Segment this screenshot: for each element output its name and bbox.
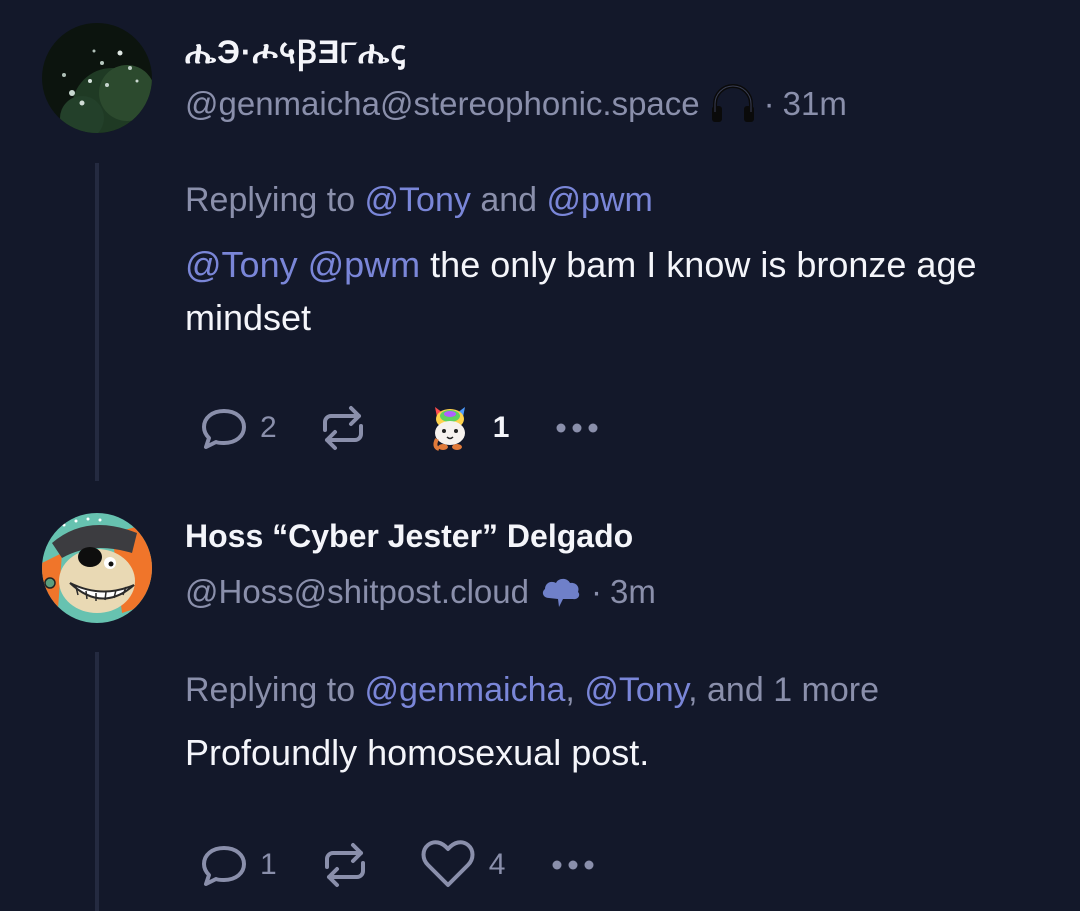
post-body: @Tony @pwm the only bam I know is bronze… <box>185 238 1045 344</box>
reply-button[interactable]: 2 <box>196 403 277 453</box>
replying-to-prefix: Replying to <box>185 181 365 219</box>
display-name[interactable]: ሔЭ·ሖ५ꞴƎ୮ሔꞔ <box>185 30 407 73</box>
repeat-button[interactable] <box>317 837 373 893</box>
post-text: Profoundly homosexual post. <box>185 732 650 773</box>
reply-count: 1 <box>260 848 277 881</box>
body-space <box>298 244 308 285</box>
reply-icon <box>202 409 246 449</box>
mention-link[interactable]: @Tony <box>365 181 471 219</box>
cloud-icon <box>539 574 583 610</box>
headphones-icon <box>710 84 756 124</box>
handle-row: @Hoss@shitpost.cloud · 3m <box>185 573 656 611</box>
separator-dot: · <box>590 573 602 610</box>
thread-line <box>95 163 99 481</box>
mention-link[interactable]: @Tony <box>584 671 688 709</box>
replying-to: Replying to @Tony and @pwm <box>185 181 653 220</box>
avatar-image <box>42 513 152 623</box>
more-icon <box>552 860 594 870</box>
user-handle[interactable]: @genmaicha@stereophonic.space <box>185 85 700 123</box>
avatar[interactable] <box>42 513 152 623</box>
replying-to-joiner: and <box>470 181 547 219</box>
mention-link[interactable]: @genmaicha <box>365 671 566 709</box>
mention-link[interactable]: @pwm <box>547 181 653 219</box>
like-count: 4 <box>488 848 506 881</box>
repeat-icon <box>322 406 363 450</box>
reply-icon <box>202 846 246 886</box>
mention-link[interactable]: @pwm <box>308 244 421 285</box>
replying-to-separator: , <box>565 671 585 709</box>
replying-to-more[interactable]: , and 1 more <box>688 671 879 709</box>
separator-dot: · <box>763 85 775 122</box>
like-button[interactable]: 4 <box>419 839 506 891</box>
more-button[interactable] <box>549 855 599 875</box>
repeat-button[interactable] <box>315 400 371 456</box>
more-icon <box>556 423 598 433</box>
post-body: Profoundly homosexual post. <box>185 726 1045 779</box>
reaction-button[interactable]: 1 <box>425 403 510 453</box>
mention-link[interactable]: @Tony <box>185 244 298 285</box>
post-actions: 2 1 <box>196 398 603 458</box>
heart-icon <box>421 840 475 887</box>
avatar[interactable] <box>42 23 152 133</box>
replying-to: Replying to @genmaicha, @Tony, and 1 mor… <box>185 671 879 710</box>
post-time[interactable]: 31m <box>783 85 847 123</box>
avatar-image <box>42 23 152 133</box>
user-handle[interactable]: @Hoss@shitpost.cloud <box>185 573 529 611</box>
rainbow-cat-emoji-icon <box>433 407 465 451</box>
reply-button[interactable]: 1 <box>196 840 277 890</box>
handle-row: @genmaicha@stereophonic.space · 31m <box>185 84 847 124</box>
post-hoss: Hoss “Cyber Jester” Delgado @Hoss@shitpo… <box>0 490 1080 911</box>
thread-line <box>95 652 99 911</box>
reply-count: 2 <box>260 411 277 444</box>
post-genmaicha: ሔЭ·ሖ५ꞴƎ୮ሔꞔ @genmaicha@stereophonic.space… <box>0 0 1080 485</box>
repeat-icon <box>324 843 365 887</box>
post-time[interactable]: 3m <box>610 573 656 611</box>
post-actions: 1 4 <box>196 835 599 895</box>
display-name[interactable]: Hoss “Cyber Jester” Delgado <box>185 518 633 555</box>
replying-to-prefix: Replying to <box>185 671 365 709</box>
reaction-count: 1 <box>492 411 510 444</box>
more-button[interactable] <box>553 418 603 438</box>
